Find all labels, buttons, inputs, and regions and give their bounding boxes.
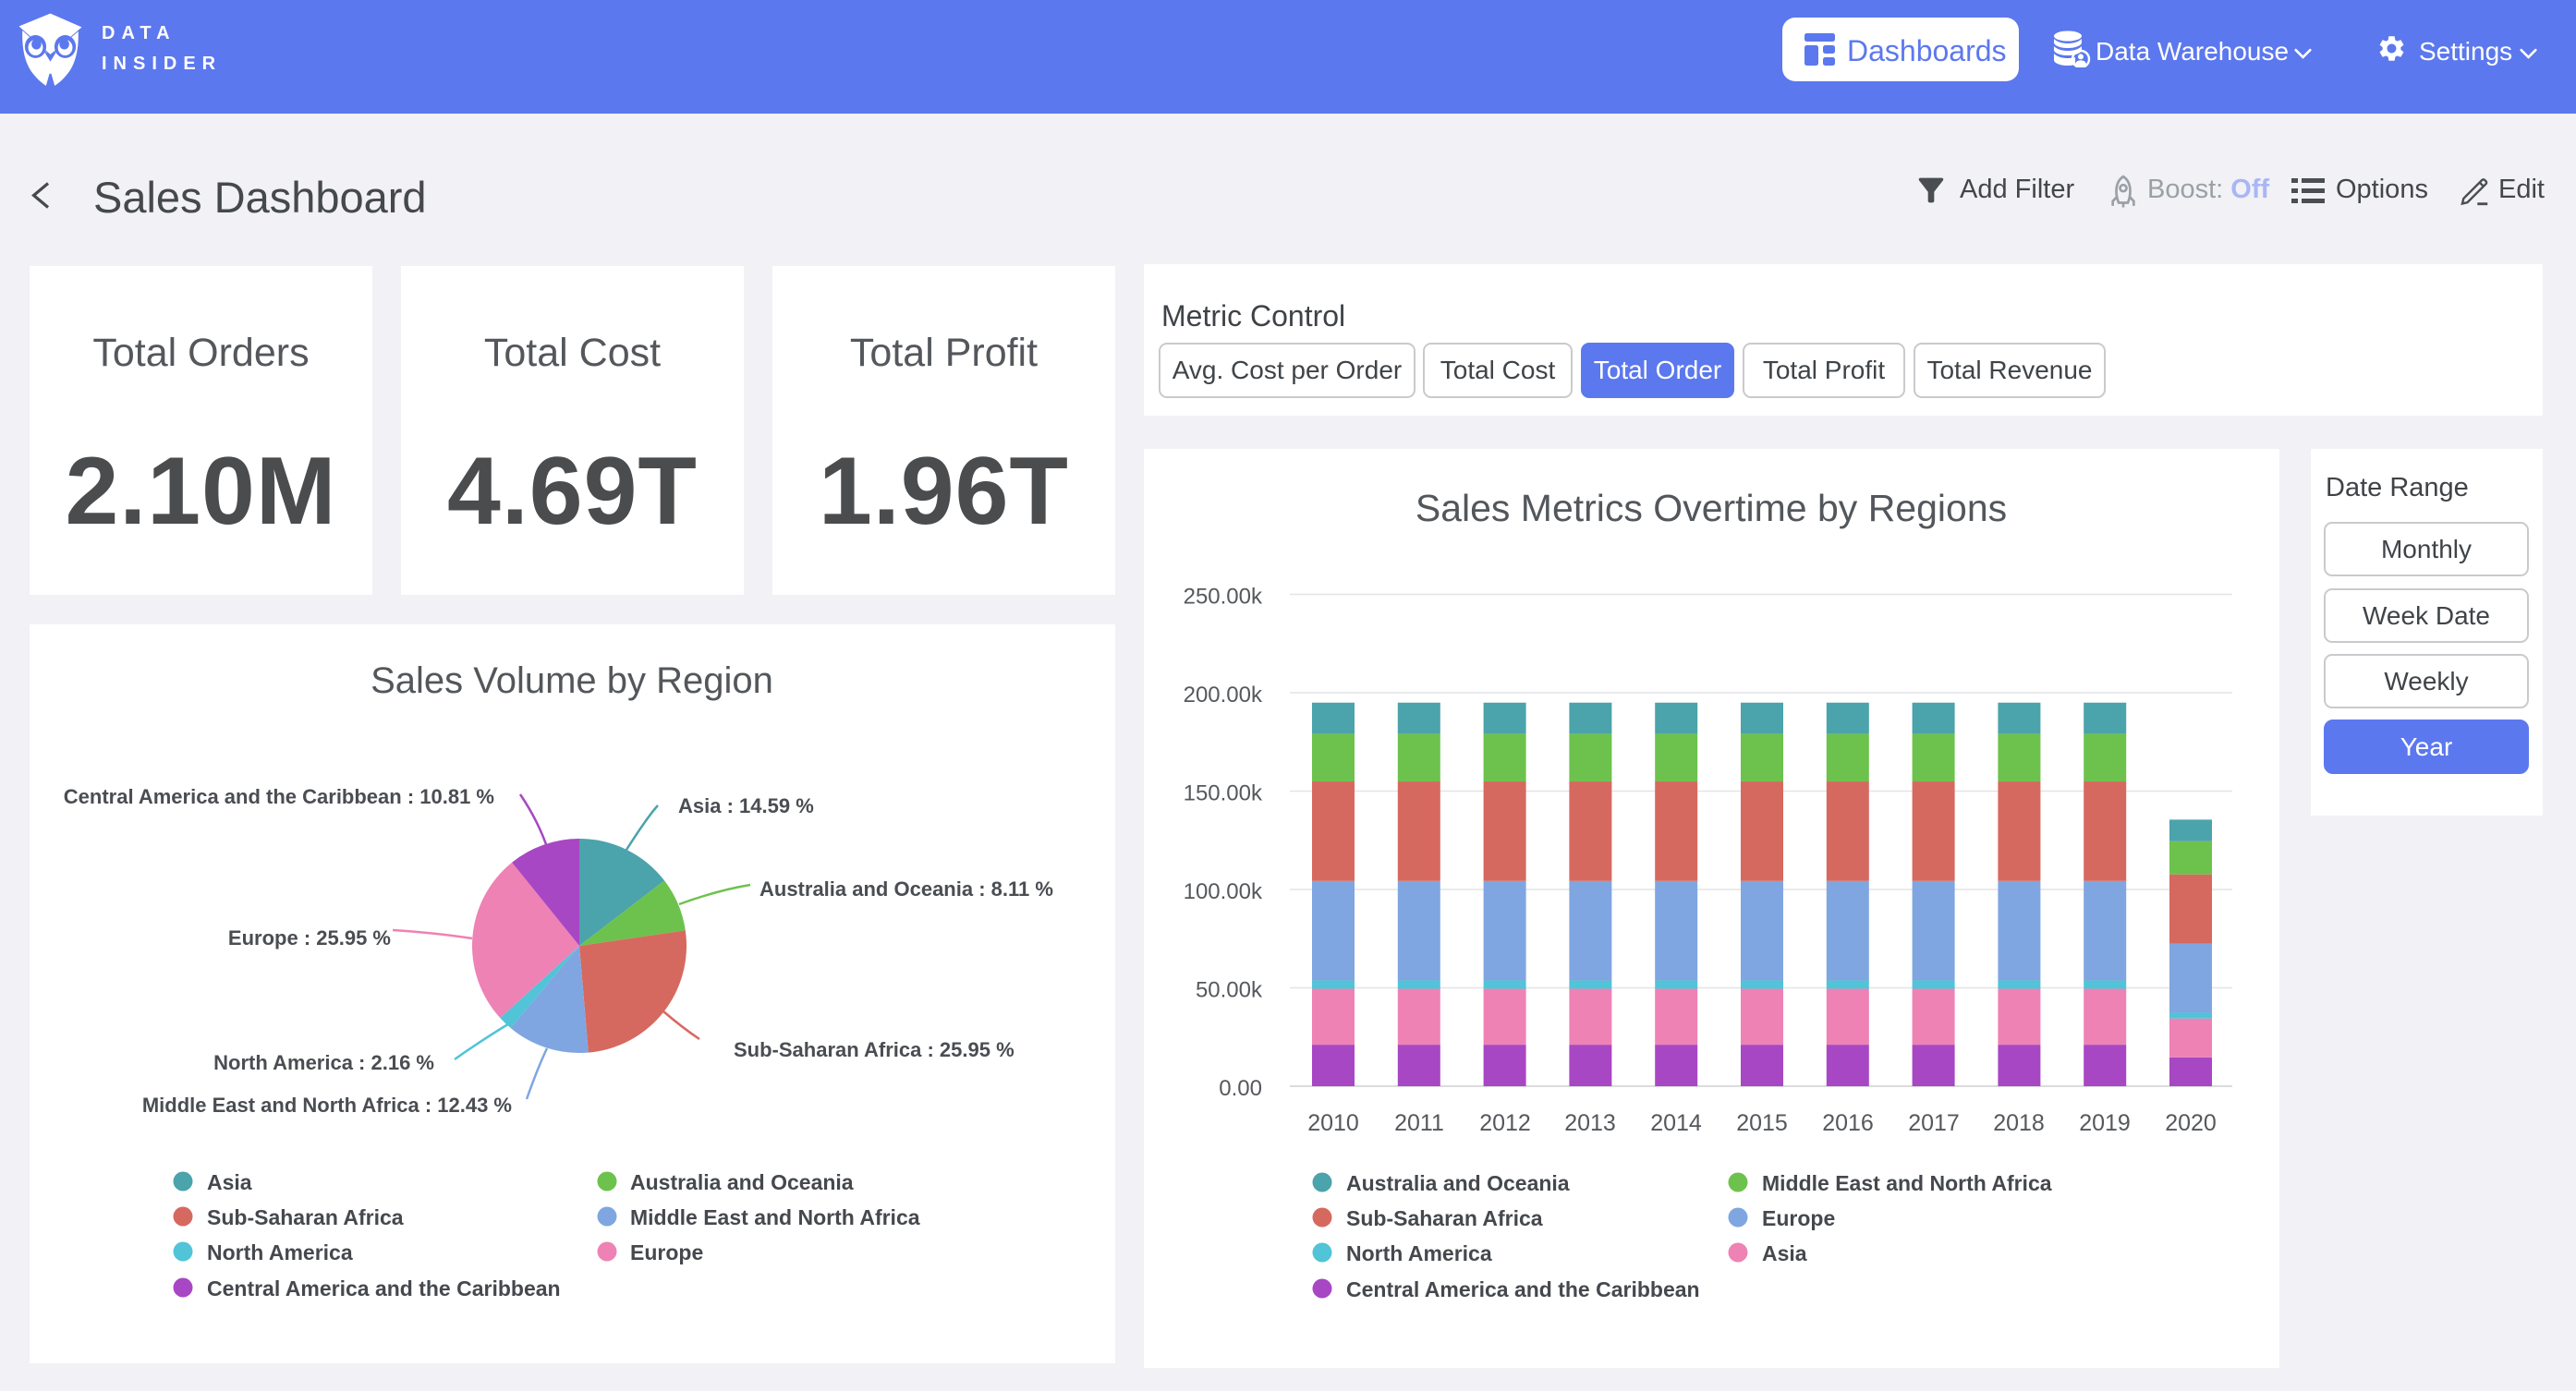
svg-text:0.00: 0.00 [1219, 1076, 1262, 1101]
svg-text:Sub-Saharan Africa: Sub-Saharan Africa [1346, 1206, 1543, 1230]
svg-text:Central America and the Caribb: Central America and the Caribbean : 10.8… [64, 785, 494, 808]
svg-text:Sub-Saharan Africa: Sub-Saharan Africa [207, 1205, 404, 1229]
svg-text:Middle East and North Africa: Middle East and North Africa [1762, 1171, 2052, 1195]
svg-text:2020: 2020 [2165, 1110, 2217, 1136]
svg-text:Asia: Asia [1762, 1241, 1807, 1265]
svg-text:Europe : 25.95 %: Europe : 25.95 % [228, 926, 391, 950]
svg-text:2012: 2012 [1479, 1110, 1531, 1136]
svg-text:Australia and Oceania: Australia and Oceania [1346, 1171, 1570, 1195]
svg-text:2014: 2014 [1650, 1110, 1702, 1136]
svg-text:Central America and the Caribb: Central America and the Caribbean [1346, 1277, 1700, 1301]
svg-text:2016: 2016 [1822, 1110, 1874, 1136]
svg-text:Central America and the Caribb: Central America and the Caribbean [207, 1276, 561, 1300]
svg-text:Asia: Asia [207, 1170, 252, 1194]
svg-text:2011: 2011 [1394, 1110, 1444, 1136]
svg-text:Middle East and North Africa: Middle East and North Africa [630, 1205, 920, 1229]
svg-text:Australia and Oceania: Australia and Oceania [630, 1170, 854, 1194]
svg-text:50.00k: 50.00k [1196, 978, 1263, 1003]
svg-text:Europe: Europe [1762, 1206, 1835, 1230]
svg-text:Sales Metrics Overtime by Regi: Sales Metrics Overtime by Regions [1416, 487, 2007, 529]
svg-text:2018: 2018 [1993, 1110, 2045, 1136]
svg-text:150.00k: 150.00k [1184, 781, 1263, 806]
svg-text:250.00k: 250.00k [1184, 585, 1263, 610]
svg-text:Europe: Europe [630, 1240, 703, 1264]
svg-text:100.00k: 100.00k [1184, 879, 1263, 904]
svg-text:2010: 2010 [1307, 1110, 1359, 1136]
svg-text:North America: North America [1346, 1241, 1492, 1265]
svg-text:2019: 2019 [2079, 1110, 2131, 1136]
svg-text:North America: North America [207, 1240, 353, 1264]
svg-text:Sales Volume by Region: Sales Volume by Region [371, 660, 773, 701]
svg-text:Sub-Saharan Africa : 25.95 %: Sub-Saharan Africa : 25.95 % [734, 1038, 1015, 1061]
svg-text:2015: 2015 [1736, 1110, 1788, 1136]
svg-text:2017: 2017 [1908, 1110, 1960, 1136]
svg-text:North America : 2.16 %: North America : 2.16 % [213, 1051, 434, 1074]
svg-text:Australia and Oceania : 8.11 %: Australia and Oceania : 8.11 % [759, 877, 1053, 901]
svg-text:Asia : 14.59 %: Asia : 14.59 % [678, 794, 814, 817]
svg-text:200.00k: 200.00k [1184, 683, 1263, 708]
svg-text:Middle East and North Africa :: Middle East and North Africa : 12.43 % [142, 1094, 512, 1117]
svg-text:2013: 2013 [1564, 1110, 1616, 1136]
